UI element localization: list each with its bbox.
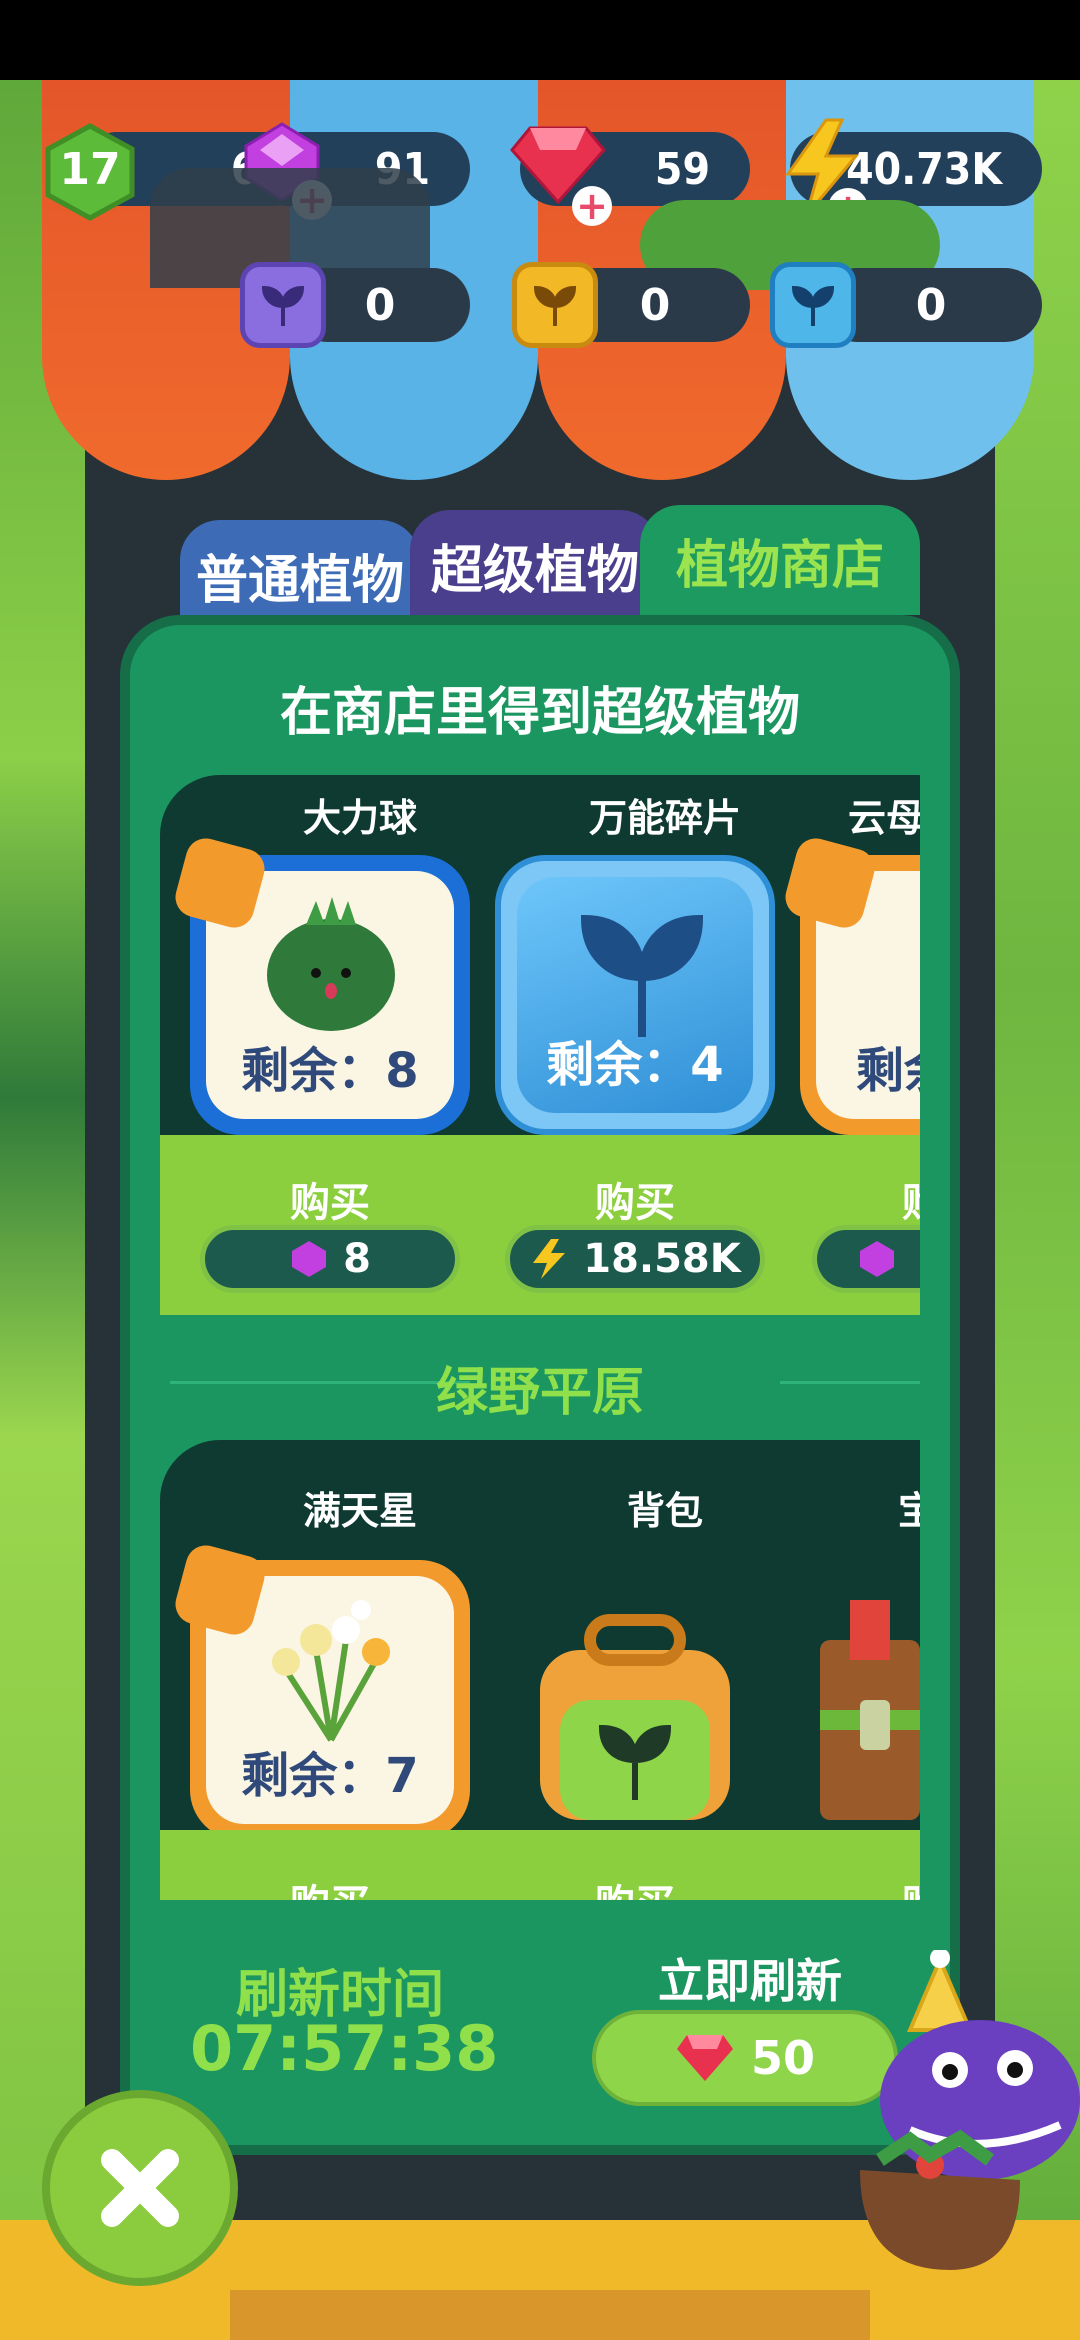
sprout-icon bbox=[533, 285, 577, 326]
bench-decoration bbox=[230, 2290, 870, 2340]
purple-seed-box[interactable] bbox=[240, 262, 326, 348]
item-name: 大力球 bbox=[302, 796, 417, 840]
buy-label: 购 bbox=[810, 1170, 920, 1228]
lightning-icon bbox=[533, 1239, 566, 1279]
item-name: 满天星 bbox=[302, 1489, 417, 1533]
tab-plant-shop[interactable]: 植物商店 bbox=[640, 505, 920, 615]
purple-seed-count: 0 bbox=[364, 279, 396, 331]
buy-label: 购买 bbox=[595, 1180, 675, 1226]
purple-gem-icon bbox=[860, 1241, 894, 1277]
gold-seed-box[interactable] bbox=[512, 262, 598, 348]
dino-mascot-icon bbox=[860, 1950, 1080, 2270]
buy-button[interactable]: 8 bbox=[200, 1225, 460, 1293]
sprout-icon bbox=[791, 285, 835, 326]
item-name: 宝 bbox=[898, 1489, 920, 1533]
buy-label: 购买 bbox=[505, 1872, 765, 1900]
close-button[interactable] bbox=[42, 2090, 238, 2286]
red-gem-count: 59 bbox=[654, 143, 710, 195]
cactus-ball-icon bbox=[267, 897, 395, 1031]
buy-label: 购买 bbox=[200, 1872, 460, 1900]
red-gem-add-button[interactable]: + bbox=[510, 124, 612, 226]
plus-icon: + bbox=[572, 186, 612, 226]
sprout-icon bbox=[261, 285, 305, 326]
buy-label: 购 bbox=[810, 1872, 920, 1900]
buy-label: 购买 bbox=[290, 1180, 370, 1226]
level-number: 17 bbox=[59, 144, 121, 195]
shop-title: 在商店里得到超级植物 bbox=[279, 683, 800, 743]
price: 8 bbox=[343, 1236, 371, 1282]
red-gem-icon bbox=[676, 2035, 733, 2081]
item-name: 云母 bbox=[848, 796, 920, 840]
gold-seed-count: 0 bbox=[639, 279, 671, 331]
item-card-face: 剩余：4 bbox=[517, 877, 753, 1113]
blue-seed-count: 0 bbox=[915, 279, 947, 331]
item-card-universal-shard[interactable]: 剩余：4 bbox=[495, 855, 775, 1135]
backpack-icon[interactable] bbox=[510, 1610, 760, 1840]
item-name: 背包 bbox=[626, 1489, 703, 1533]
tab-label: 超级植物 bbox=[430, 540, 639, 601]
refresh-countdown: 07:57:38 bbox=[190, 2012, 499, 2085]
buy-button[interactable]: 18.58K bbox=[505, 1225, 765, 1293]
level-badge[interactable]: 17 bbox=[40, 122, 140, 222]
status-bar bbox=[0, 0, 1080, 80]
tab-normal-plants[interactable]: 普通植物 bbox=[180, 520, 420, 630]
energy-count: 40.73K bbox=[846, 143, 1002, 195]
tab-label: 普通植物 bbox=[195, 550, 404, 611]
treasure-chest-icon[interactable] bbox=[810, 1590, 920, 1830]
item-remaining: 剩余：8 bbox=[241, 1043, 419, 1099]
purple-gem-icon bbox=[292, 1241, 327, 1277]
section-title: 绿野平原 bbox=[435, 1363, 644, 1423]
flower-bouquet-icon bbox=[272, 1600, 390, 1742]
tab-label: 植物商店 bbox=[675, 535, 884, 596]
close-icon bbox=[101, 2149, 179, 2227]
item-remaining: 剩余：7 bbox=[241, 1748, 419, 1804]
blue-seed-box[interactable] bbox=[770, 262, 856, 348]
refresh-cost: 50 bbox=[750, 2031, 815, 2085]
tab-super-plants[interactable]: 超级植物 bbox=[410, 510, 660, 620]
item-name: 万能碎片 bbox=[588, 796, 741, 840]
item-remaining: 剩余 bbox=[856, 1043, 920, 1099]
item-remaining: 剩余：4 bbox=[546, 1037, 724, 1093]
price: 18.58K bbox=[583, 1236, 741, 1282]
buy-button[interactable] bbox=[812, 1225, 920, 1293]
